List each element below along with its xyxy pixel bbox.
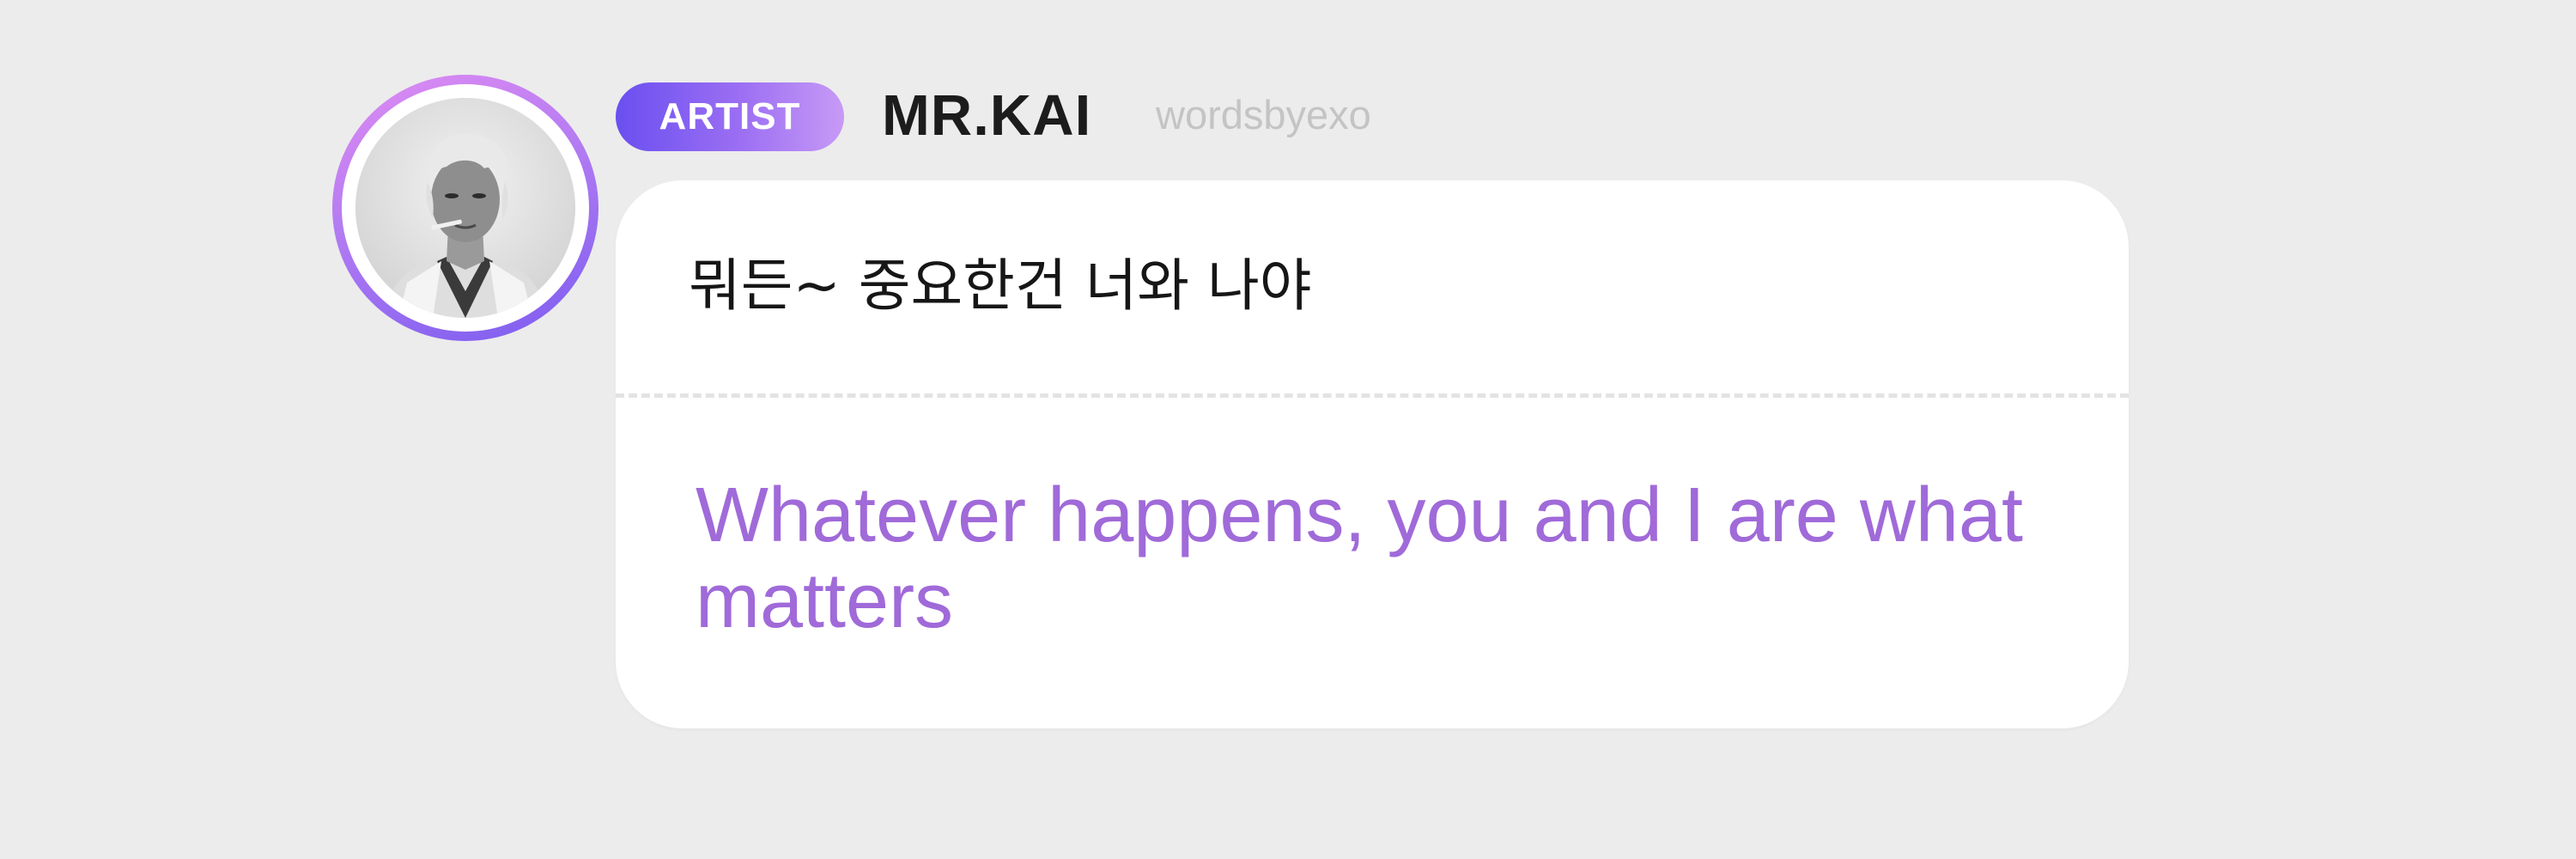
artist-badge: ARTIST	[616, 82, 844, 151]
message-card: 뭐든~ 중요한건 너와 나야 Whatever happens, you and…	[616, 180, 2129, 728]
username[interactable]: wordsbyexo	[1156, 89, 1371, 141]
original-message-text: 뭐든~ 중요한건 너와 나야	[689, 253, 1312, 319]
display-name[interactable]: MR.KAI	[882, 79, 1091, 152]
translated-message-text: Whatever happens, you and I are what mat…	[696, 472, 2023, 644]
translation-divider	[616, 393, 2129, 398]
avatar[interactable]	[332, 75, 598, 341]
avatar-photo	[355, 98, 575, 318]
